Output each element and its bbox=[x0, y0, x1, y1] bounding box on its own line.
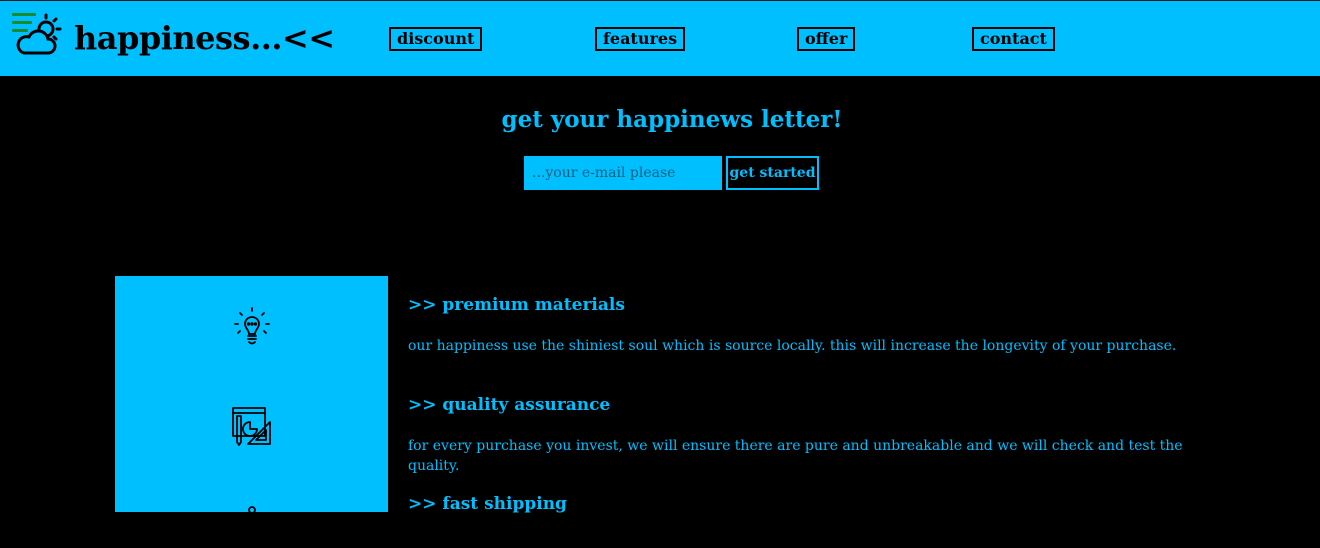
feature-description-premium-materials: our happiness use the shiniest soul whic… bbox=[408, 338, 1177, 354]
feature-title-premium-materials: >> premium materials bbox=[408, 295, 625, 315]
feature-title-fast-shipping: >> fast shipping bbox=[408, 494, 567, 514]
nav-link-contact[interactable]: contact bbox=[972, 27, 1055, 51]
lightbulb-icon bbox=[234, 307, 270, 345]
brand-name[interactable]: happiness...<< bbox=[74, 19, 335, 57]
nav-link-discount[interactable]: discount bbox=[389, 27, 483, 51]
feature-icons-panel bbox=[115, 276, 388, 517]
nav-link-features[interactable]: features bbox=[595, 27, 686, 51]
delivery-icon bbox=[244, 506, 260, 517]
feature-title-quality-assurance: >> quality assurance bbox=[408, 395, 611, 415]
feature-description-quality-assurance: for every purchase you invest, we will e… bbox=[408, 438, 1183, 474]
email-input[interactable] bbox=[524, 156, 722, 190]
hamburger-line bbox=[12, 29, 28, 32]
nav-link-offer[interactable]: offer bbox=[797, 27, 856, 51]
design-tools-icon bbox=[232, 407, 271, 446]
hamburger-menu-icon[interactable] bbox=[12, 13, 40, 37]
get-started-button[interactable]: get started bbox=[726, 156, 819, 190]
site-header: happiness...<< discount features offer c… bbox=[0, 0, 1320, 76]
newsletter-title: get your happinews letter! bbox=[501, 106, 843, 133]
hamburger-line bbox=[12, 21, 32, 24]
hamburger-line bbox=[12, 13, 36, 16]
